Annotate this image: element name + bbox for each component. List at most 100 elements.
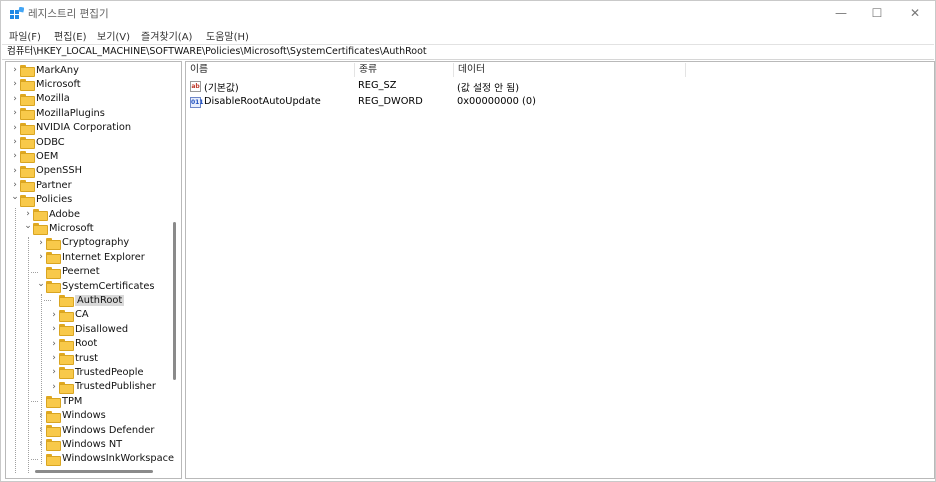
- folder-icon: [46, 439, 61, 452]
- registry-editor-window: 레지스트리 편집기 — ☐ ✕ 파일(F) 편집(E) 보기(V) 즐겨찾기(A…: [0, 0, 936, 482]
- tree-item-label: OpenSSH: [36, 165, 82, 177]
- folder-icon: [20, 165, 35, 178]
- tree-item[interactable]: TPM: [36, 394, 82, 409]
- tree-guide-line: [28, 237, 29, 473]
- tree-item[interactable]: › ODBC: [10, 135, 65, 149]
- tree-item-label: MarkAny: [36, 64, 79, 76]
- chevron-right-icon[interactable]: ›: [49, 367, 59, 377]
- title-bar[interactable]: 레지스트리 편집기 — ☐ ✕: [1, 1, 935, 25]
- tree-item-label: Windows NT: [62, 438, 123, 450]
- tree-horizontal-scrollbar[interactable]: [35, 470, 153, 473]
- tree-vertical-scrollbar[interactable]: [173, 222, 176, 380]
- tree-item[interactable]: › CA: [49, 308, 89, 322]
- tree-item[interactable]: › Partner: [10, 178, 72, 193]
- chevron-right-icon[interactable]: ›: [49, 324, 59, 334]
- tree-guide-line: [44, 300, 51, 302]
- tree-item[interactable]: Peernet: [36, 265, 100, 279]
- tree-item-label: MozillaPlugins: [36, 107, 105, 119]
- folder-icon: [20, 79, 35, 92]
- close-button[interactable]: ✕: [897, 1, 933, 25]
- minimize-icon: —: [835, 6, 847, 20]
- value-row[interactable]: ab (기본값) REG_SZ (값 설정 안 됨): [186, 79, 934, 94]
- tree-item[interactable]: › MarkAny: [10, 63, 79, 77]
- chevron-right-icon[interactable]: ›: [49, 310, 59, 320]
- column-header-name[interactable]: 이름: [186, 63, 355, 77]
- tree-item[interactable]: › Internet Explorer: [36, 250, 145, 265]
- tree-item[interactable]: › OEM: [10, 149, 58, 164]
- menu-edit[interactable]: 편집(E): [54, 28, 87, 43]
- tree-item[interactable]: › Disallowed: [49, 322, 129, 337]
- chevron-right-icon[interactable]: ›: [10, 94, 20, 104]
- chevron-right-icon[interactable]: ›: [23, 209, 33, 219]
- registry-values-list[interactable]: 이름 종류 데이터 ab (기본값) REG_SZ (값 설정 안 됨) 011 Disa…: [185, 61, 935, 479]
- tree-item[interactable]: ⌄ SystemCertificates: [36, 279, 155, 293]
- folder-icon: [46, 396, 61, 409]
- chevron-right-icon[interactable]: ›: [10, 166, 20, 176]
- chevron-right-icon[interactable]: ›: [10, 65, 20, 75]
- folder-icon: [46, 425, 61, 437]
- string-value-icon: ab: [190, 81, 201, 92]
- tree-item-label: TrustedPublisher: [75, 381, 156, 393]
- tree-item[interactable]: › MozillaPlugins: [10, 106, 105, 121]
- tree-item[interactable]: › Root: [49, 337, 97, 351]
- column-header-data[interactable]: 데이터: [454, 63, 686, 77]
- chevron-right-icon[interactable]: ›: [49, 353, 59, 363]
- chevron-right-icon[interactable]: ›: [49, 382, 59, 392]
- tree-item-label: Disallowed: [75, 323, 129, 335]
- tree-item-label: WindowsInkWorkspace: [62, 453, 175, 465]
- value-row[interactable]: 011 DisableRootAutoUpdate REG_DWORD 0x00000…: [186, 95, 934, 110]
- tree-item[interactable]: › trust: [49, 351, 98, 365]
- menu-favorites[interactable]: 즐겨찾기(A): [141, 28, 192, 43]
- registry-key-tree[interactable]: › MarkAny › Microsoft › Mozilla › MozillaPlugin…: [5, 61, 182, 479]
- tree-item[interactable]: ⌄ Policies: [10, 192, 72, 207]
- chevron-right-icon[interactable]: ›: [10, 151, 20, 161]
- value-type: REG_SZ: [358, 80, 397, 91]
- tree-guide-line: [31, 271, 38, 273]
- folder-icon: [59, 338, 74, 351]
- tree-item-label: CA: [75, 309, 89, 321]
- maximize-button[interactable]: ☐: [859, 1, 895, 25]
- chevron-down-icon[interactable]: ⌄: [36, 279, 46, 289]
- menu-bar: 파일(F) 편집(E) 보기(V) 즐겨찾기(A) 도움말(H): [1, 26, 935, 43]
- chevron-right-icon[interactable]: ›: [10, 123, 20, 133]
- tree-item[interactable]: › Windows Defender: [36, 423, 154, 437]
- tree-item[interactable]: › Microsoft: [10, 77, 81, 92]
- chevron-right-icon[interactable]: ›: [49, 339, 59, 349]
- value-data: 0x00000000 (0): [457, 96, 536, 107]
- chevron-right-icon[interactable]: ›: [36, 238, 46, 248]
- folder-icon: [46, 410, 61, 423]
- tree-item[interactable]: › TrustedPeople: [49, 365, 144, 380]
- tree-item-label: Microsoft: [36, 78, 81, 90]
- chevron-right-icon[interactable]: ›: [36, 252, 46, 262]
- address-bar[interactable]: 컴퓨터\HKEY_LOCAL_MACHINE\SOFTWARE\Policies…: [2, 44, 934, 60]
- chevron-right-icon[interactable]: ›: [10, 108, 20, 118]
- tree-item[interactable]: › OpenSSH: [10, 164, 82, 178]
- tree-item[interactable]: › Windows: [36, 409, 106, 423]
- tree-item[interactable]: › NVIDIA Corporation: [10, 121, 131, 135]
- tree-item[interactable]: AuthRoot: [49, 293, 125, 308]
- chevron-down-icon[interactable]: ⌄: [10, 192, 20, 202]
- tree-item[interactable]: ⌄ Microsoft: [23, 221, 94, 236]
- tree-item[interactable]: › Windows NT: [36, 437, 123, 452]
- folder-icon: [20, 108, 35, 121]
- chevron-down-icon[interactable]: ⌄: [23, 221, 33, 231]
- menu-view[interactable]: 보기(V): [97, 28, 130, 43]
- column-header-type[interactable]: 종류: [355, 63, 454, 77]
- folder-icon: [59, 381, 74, 394]
- folder-icon: [20, 93, 35, 106]
- chevron-right-icon[interactable]: ›: [10, 180, 20, 190]
- value-name: DisableRootAutoUpdate: [204, 96, 321, 107]
- menu-help[interactable]: 도움말(H): [206, 28, 249, 43]
- tree-item[interactable]: › TrustedPublisher: [49, 380, 156, 394]
- folder-icon: [46, 266, 61, 279]
- tree-item[interactable]: › Adobe: [23, 207, 80, 221]
- chevron-right-icon[interactable]: ›: [10, 79, 20, 89]
- menu-file[interactable]: 파일(F): [9, 28, 41, 43]
- tree-item[interactable]: › Cryptography: [36, 236, 129, 250]
- chevron-right-icon[interactable]: ›: [10, 137, 20, 147]
- tree-item[interactable]: WindowsInkWorkspace: [36, 452, 174, 466]
- close-icon: ✕: [909, 6, 921, 20]
- tree-item-label: Partner: [36, 179, 72, 191]
- minimize-button[interactable]: —: [823, 1, 859, 25]
- tree-item[interactable]: › Mozilla: [10, 92, 70, 106]
